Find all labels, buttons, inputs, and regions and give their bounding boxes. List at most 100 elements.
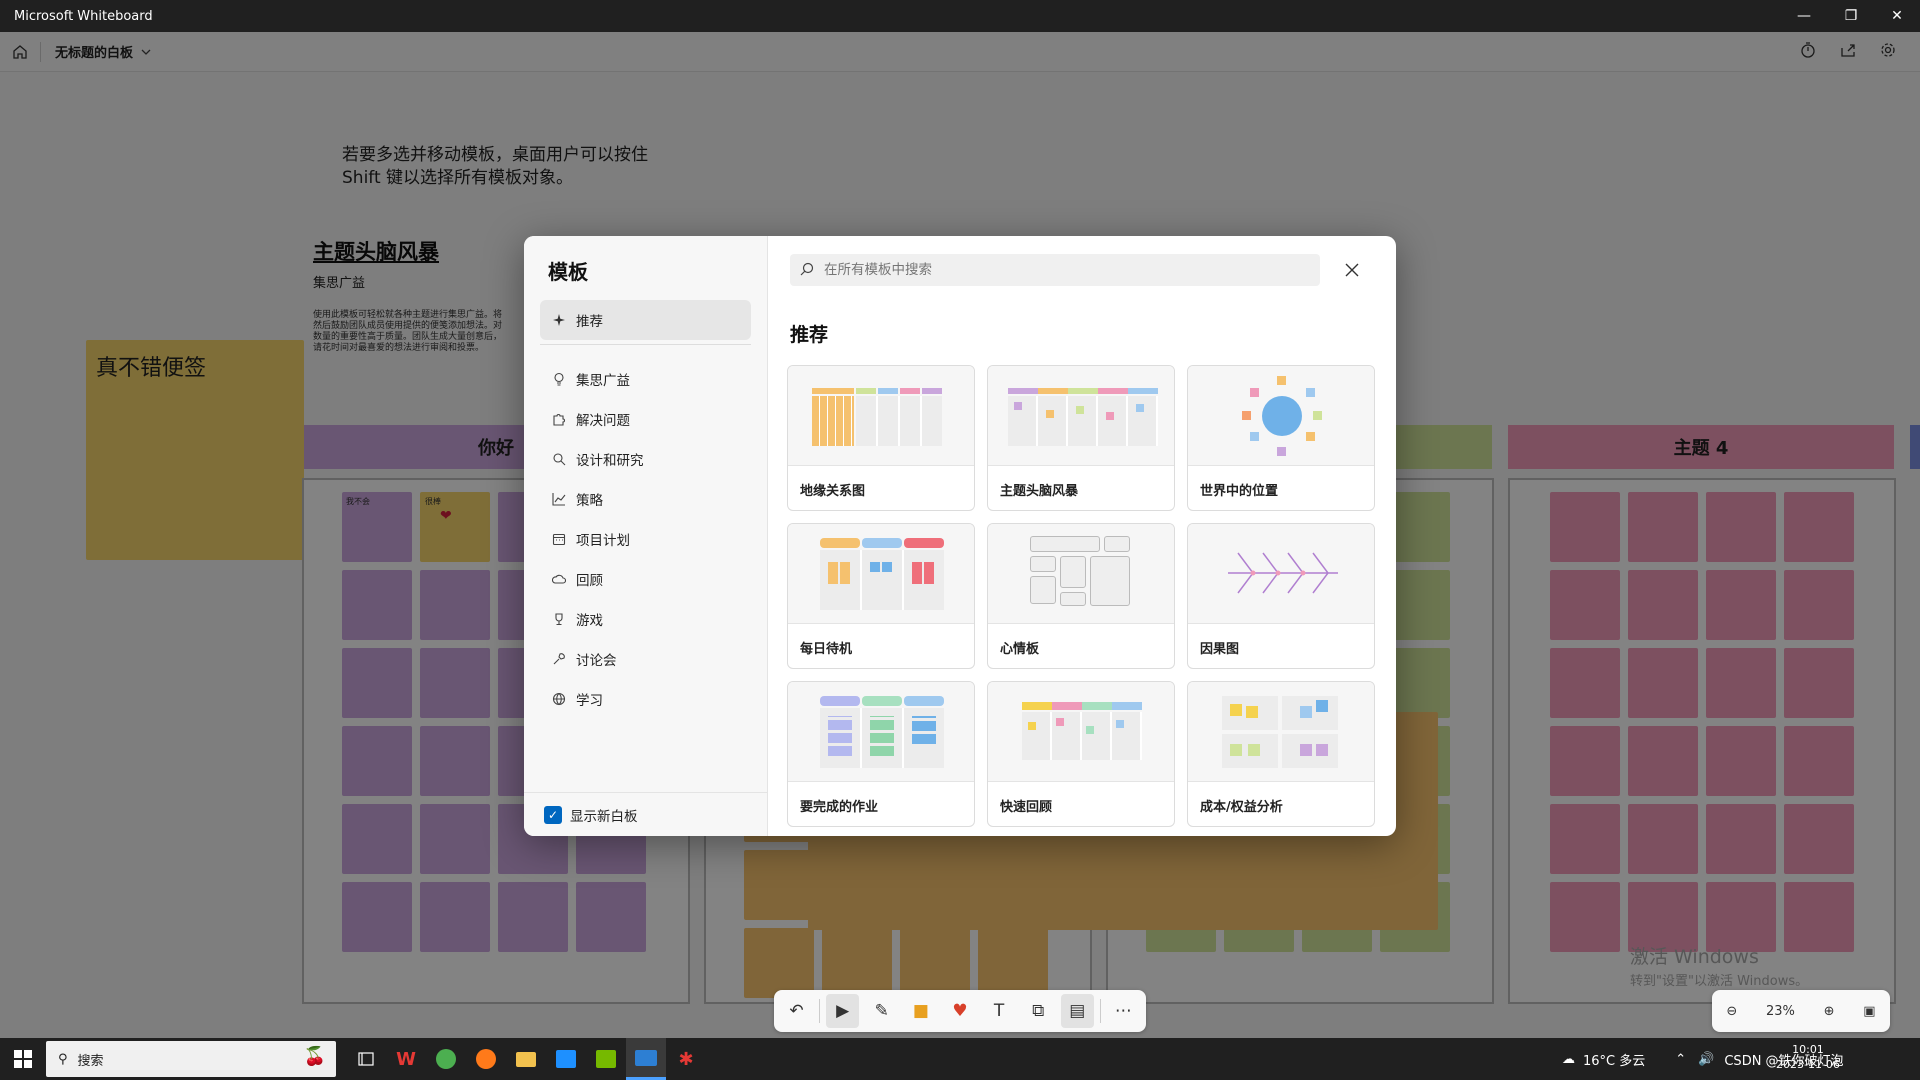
category-sidebar: 模板 推荐集思广益解决问题设计和研究策略项目计划回顾 游戏讨论会学习 ✓ 显示新白… — [524, 236, 768, 836]
select-pointer-icon[interactable]: ▶ — [826, 994, 860, 1028]
template-thumbnail — [788, 366, 974, 466]
template-label: 主题头脑风暴 — [1000, 484, 1079, 499]
search-highlight-icon: 🍒 — [303, 1046, 326, 1067]
dialog-title: 模板 — [548, 260, 588, 284]
template-thumbnail — [788, 524, 974, 624]
template-label: 每日待机 — [800, 642, 853, 657]
close-window-button[interactable]: ✕ — [1874, 0, 1920, 32]
lightbulb-icon — [554, 372, 564, 386]
clock-time: 10:01 — [1792, 1043, 1824, 1056]
template-label: 地缘关系图 — [800, 484, 866, 499]
text-icon[interactable]: T — [983, 994, 1016, 1028]
calendar-icon — [552, 533, 566, 546]
template-card[interactable]: 每日待机 — [787, 523, 975, 669]
template-dialog: 模板 推荐集思广益解决问题设计和研究策略项目计划回顾 游戏讨论会学习 ✓ 显示新白… — [524, 236, 1396, 836]
template-card[interactable]: 要完成的作业 — [787, 681, 975, 827]
template-thumbnail — [1188, 524, 1374, 624]
show-new-board-row: ✓ 显示新白板 — [524, 792, 767, 836]
zoom-out-icon[interactable]: ⊖ — [1726, 1004, 1737, 1019]
category-item[interactable]: 集思广益 — [540, 359, 751, 399]
store-icon[interactable] — [546, 1038, 586, 1080]
weather-text[interactable]: 16°C 多云 — [1583, 1050, 1645, 1069]
undo-icon[interactable]: ↶ — [780, 994, 813, 1028]
template-card[interactable]: 心情板 — [987, 523, 1175, 669]
category-label: 项目计划 — [576, 533, 630, 549]
category-list: 推荐集思广益解决问题设计和研究策略项目计划回顾 游戏讨论会学习 — [524, 300, 767, 719]
category-label: 解决问题 — [576, 413, 630, 429]
category-item[interactable]: 项目计划 — [540, 519, 751, 559]
template-search — [790, 254, 1320, 286]
divider — [819, 999, 821, 1023]
template-card[interactable]: 主题头脑风暴 — [987, 365, 1175, 511]
browser-360-icon[interactable] — [426, 1038, 466, 1080]
restore-button[interactable]: ❐ — [1828, 0, 1874, 32]
show-new-board-checkbox[interactable]: ✓ — [544, 805, 562, 824]
section-title: 推荐 — [790, 324, 829, 346]
minimize-button[interactable]: — — [1781, 0, 1827, 32]
reaction-heart-icon[interactable]: ♥ — [943, 994, 976, 1028]
zoom-in-icon[interactable]: ⊕ — [1824, 1004, 1835, 1019]
windows-start-icon[interactable] — [0, 1038, 46, 1080]
category-label: 讨论会 — [576, 653, 617, 669]
category-item[interactable]: 讨论会 — [540, 639, 751, 679]
clock-date: 2023-11-06 — [1776, 1058, 1840, 1071]
file-explorer-icon[interactable] — [506, 1038, 546, 1080]
shapes-icon[interactable]: ⧉ — [1022, 994, 1055, 1028]
taskbar-search-box[interactable]: ⚲ 搜索 🍒 — [46, 1041, 336, 1077]
template-card[interactable]: 地缘关系图 — [787, 365, 975, 511]
template-label: 快速回顾 — [1000, 800, 1053, 815]
zoom-controls: ⊖ 23% ⊕ ▣ — [1712, 990, 1890, 1032]
drawing-toolbar: ↶ ▶ ✎ ■ ♥ T ⧉ ▤ ⋯ — [774, 990, 1146, 1032]
whiteboard-app-icon[interactable] — [626, 1038, 666, 1080]
firefox-icon[interactable] — [466, 1038, 506, 1080]
window-titlebar: Microsoft Whiteboard — ❐ ✕ — [0, 0, 1920, 32]
weather-cloud-icon[interactable]: ☁ — [1562, 1052, 1575, 1067]
template-thumbnail — [788, 682, 974, 782]
category-item[interactable]: 学习 — [540, 679, 751, 719]
fit-to-screen-icon[interactable]: ▣ — [1863, 1004, 1875, 1019]
chart-line-icon — [552, 493, 566, 506]
more-icon[interactable]: ⋯ — [1107, 994, 1140, 1028]
search-input[interactable] — [824, 262, 1284, 278]
category-item[interactable]: 策略 — [540, 479, 751, 519]
template-card[interactable]: 因果图 — [1187, 523, 1375, 669]
templates-icon[interactable]: ▤ — [1060, 994, 1094, 1028]
template-card[interactable]: 成本/权益分析 — [1187, 681, 1375, 827]
template-label: 心情板 — [1000, 642, 1040, 657]
clock[interactable]: 10:01 2023-11-06 — [1776, 1042, 1840, 1072]
category-item[interactable]: 游戏 — [540, 599, 751, 639]
divider — [1099, 999, 1101, 1023]
template-thumbnail — [988, 682, 1174, 782]
wps-app-icon[interactable]: W — [386, 1038, 426, 1080]
template-card[interactable]: 快速回顾 — [987, 681, 1175, 827]
window-title: Microsoft Whiteboard — [14, 8, 153, 24]
chevron-up-icon[interactable]: ⌃ — [1675, 1052, 1686, 1067]
volume-icon[interactable]: 🔊 — [1698, 1052, 1714, 1067]
category-item[interactable]: 推荐 — [540, 300, 751, 340]
taskbar-search-label: 搜索 — [77, 1053, 104, 1069]
category-label: 策略 — [576, 493, 603, 509]
zoom-level[interactable]: 23% — [1766, 1004, 1795, 1019]
template-label: 世界中的位置 — [1200, 484, 1279, 499]
pen-icon[interactable]: ✎ — [865, 994, 898, 1028]
template-thumbnail — [988, 524, 1174, 624]
nvidia-icon[interactable] — [586, 1038, 626, 1080]
template-thumbnail — [1188, 366, 1374, 466]
template-main: 推荐 地缘关系图 主题头脑风暴 世界中的位置每日待机 心情板 因果图要完成的作业 快速回顾… — [768, 236, 1396, 836]
trophy-icon — [555, 613, 563, 626]
sticky-note-icon[interactable]: ■ — [904, 994, 937, 1028]
category-item[interactable]: 回顾 — [540, 559, 751, 599]
template-label: 成本/权益分析 — [1200, 800, 1283, 815]
cloud-icon — [552, 574, 566, 584]
task-view-icon[interactable] — [346, 1038, 386, 1080]
pin-app-icon[interactable]: ✱ — [666, 1038, 706, 1080]
template-card[interactable]: 世界中的位置 — [1187, 365, 1375, 511]
search-icon — [553, 453, 566, 466]
category-item[interactable]: 解决问题 — [540, 399, 751, 439]
divider — [540, 344, 751, 345]
category-item[interactable]: 设计和研究 — [540, 439, 751, 479]
close-icon[interactable] — [1340, 258, 1364, 282]
windows-taskbar: ⚲ 搜索 🍒 W ✱ ☁ 16°C 多云 ⌃ 🔊 CSDN @铁你破灯泡 10:… — [0, 1038, 1920, 1080]
puzzle-icon — [553, 414, 565, 426]
category-label: 推荐 — [576, 314, 603, 330]
